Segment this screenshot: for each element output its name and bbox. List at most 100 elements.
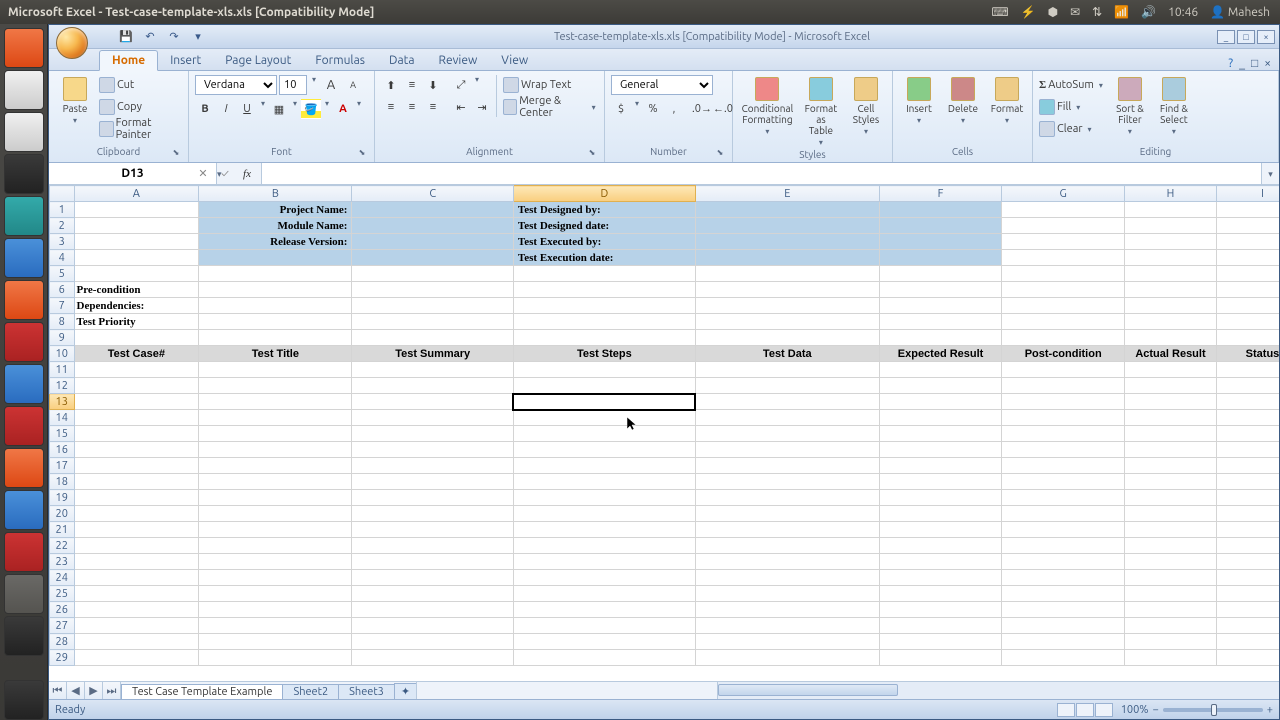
cell[interactable] <box>74 522 199 538</box>
cell[interactable] <box>1216 586 1279 602</box>
find-select-button[interactable]: Find & Select▾ <box>1154 75 1194 138</box>
close-button[interactable]: × <box>1257 30 1275 44</box>
cut-button[interactable]: Cut <box>99 75 182 95</box>
cell[interactable] <box>879 474 1002 490</box>
cell[interactable] <box>74 394 199 410</box>
cell[interactable] <box>1216 410 1279 426</box>
page-layout-view-icon[interactable] <box>1076 703 1094 717</box>
cell[interactable] <box>1125 362 1217 378</box>
cell[interactable] <box>199 282 352 298</box>
cell[interactable] <box>352 426 513 442</box>
cell[interactable] <box>1216 250 1279 266</box>
cell[interactable] <box>74 218 199 234</box>
cell[interactable] <box>74 426 199 442</box>
bold-button[interactable]: B <box>195 99 215 119</box>
cell[interactable] <box>513 394 695 410</box>
cell[interactable] <box>352 330 513 346</box>
cell[interactable] <box>199 538 352 554</box>
cell[interactable] <box>1125 378 1217 394</box>
cell[interactable] <box>879 538 1002 554</box>
row-header[interactable]: 12 <box>50 378 75 394</box>
row-header[interactable]: 1 <box>50 202 75 218</box>
cell[interactable] <box>1216 378 1279 394</box>
cell[interactable]: Dependencies: <box>74 298 199 314</box>
cell[interactable] <box>513 538 695 554</box>
cell[interactable] <box>1125 234 1217 250</box>
alignment-launcher-icon[interactable]: ⬊ <box>586 148 598 160</box>
cell[interactable] <box>352 634 513 650</box>
column-header[interactable]: E <box>695 186 879 202</box>
cell[interactable] <box>1216 330 1279 346</box>
cell[interactable] <box>1002 330 1125 346</box>
cell[interactable]: Release Version: <box>199 234 352 250</box>
enter-formula-icon[interactable]: ✓ <box>215 168 235 180</box>
cell[interactable] <box>879 250 1002 266</box>
cell[interactable] <box>1216 554 1279 570</box>
cell[interactable] <box>74 634 199 650</box>
cell[interactable] <box>1002 266 1125 282</box>
cell[interactable] <box>199 330 352 346</box>
cell[interactable] <box>1125 618 1217 634</box>
cell[interactable] <box>1125 490 1217 506</box>
cell[interactable] <box>513 650 695 666</box>
undo-icon[interactable]: ↶ <box>141 28 159 46</box>
cell[interactable] <box>695 362 879 378</box>
column-header[interactable]: A <box>74 186 199 202</box>
cell[interactable] <box>352 570 513 586</box>
cell[interactable] <box>1002 298 1125 314</box>
cell[interactable] <box>1002 234 1125 250</box>
launcher-ubuntu-one[interactable] <box>4 322 44 362</box>
zoom-out-icon[interactable]: − <box>1153 704 1159 716</box>
cell[interactable] <box>879 266 1002 282</box>
cell[interactable] <box>1216 314 1279 330</box>
cell[interactable] <box>1002 458 1125 474</box>
cell[interactable] <box>513 458 695 474</box>
cell[interactable] <box>1125 202 1217 218</box>
cell[interactable] <box>879 442 1002 458</box>
delete-cells-button[interactable]: Delete▾ <box>943 75 983 127</box>
font-launcher-icon[interactable]: ⬊ <box>356 148 368 160</box>
cell[interactable] <box>1216 394 1279 410</box>
row-header[interactable]: 29 <box>50 650 75 666</box>
font-size-dropdown-icon[interactable]: ▾ <box>309 75 319 95</box>
row-header[interactable]: 22 <box>50 538 75 554</box>
cell[interactable] <box>1216 538 1279 554</box>
cell[interactable] <box>695 618 879 634</box>
align-top-icon[interactable]: ⬆ <box>381 75 401 95</box>
cell[interactable] <box>695 634 879 650</box>
cell[interactable] <box>879 602 1002 618</box>
row-header[interactable]: 5 <box>50 266 75 282</box>
cell[interactable] <box>1002 426 1125 442</box>
cell[interactable] <box>879 586 1002 602</box>
cell[interactable] <box>1125 586 1217 602</box>
sheet-tab-1[interactable]: Sheet2 <box>282 684 339 699</box>
cell[interactable] <box>74 506 199 522</box>
sound-icon[interactable]: 🔊 <box>1141 5 1156 19</box>
cell[interactable] <box>879 570 1002 586</box>
cell[interactable] <box>352 218 513 234</box>
cell[interactable] <box>74 570 199 586</box>
cell[interactable] <box>199 474 352 490</box>
cell[interactable] <box>513 554 695 570</box>
cell[interactable] <box>1216 442 1279 458</box>
row-header[interactable]: 9 <box>50 330 75 346</box>
cell[interactable] <box>352 458 513 474</box>
cell[interactable]: Expected Result <box>879 346 1002 362</box>
cell[interactable] <box>74 362 199 378</box>
row-header[interactable]: 6 <box>50 282 75 298</box>
cell[interactable] <box>199 442 352 458</box>
launcher-wine[interactable] <box>4 532 44 572</box>
font-color-button[interactable]: A <box>333 99 353 119</box>
redo-icon[interactable]: ↷ <box>165 28 183 46</box>
cell[interactable] <box>1216 490 1279 506</box>
cell[interactable] <box>1002 490 1125 506</box>
save-icon[interactable]: 💾 <box>117 28 135 46</box>
conditional-formatting-button[interactable]: Conditional Formatting▾ <box>739 75 796 138</box>
tab-data[interactable]: Data <box>377 51 427 70</box>
cell[interactable] <box>513 474 695 490</box>
cell-styles-button[interactable]: Cell Styles▾ <box>846 75 886 138</box>
cell[interactable] <box>879 330 1002 346</box>
cell[interactable] <box>199 506 352 522</box>
cell[interactable] <box>879 362 1002 378</box>
row-header[interactable]: 26 <box>50 602 75 618</box>
